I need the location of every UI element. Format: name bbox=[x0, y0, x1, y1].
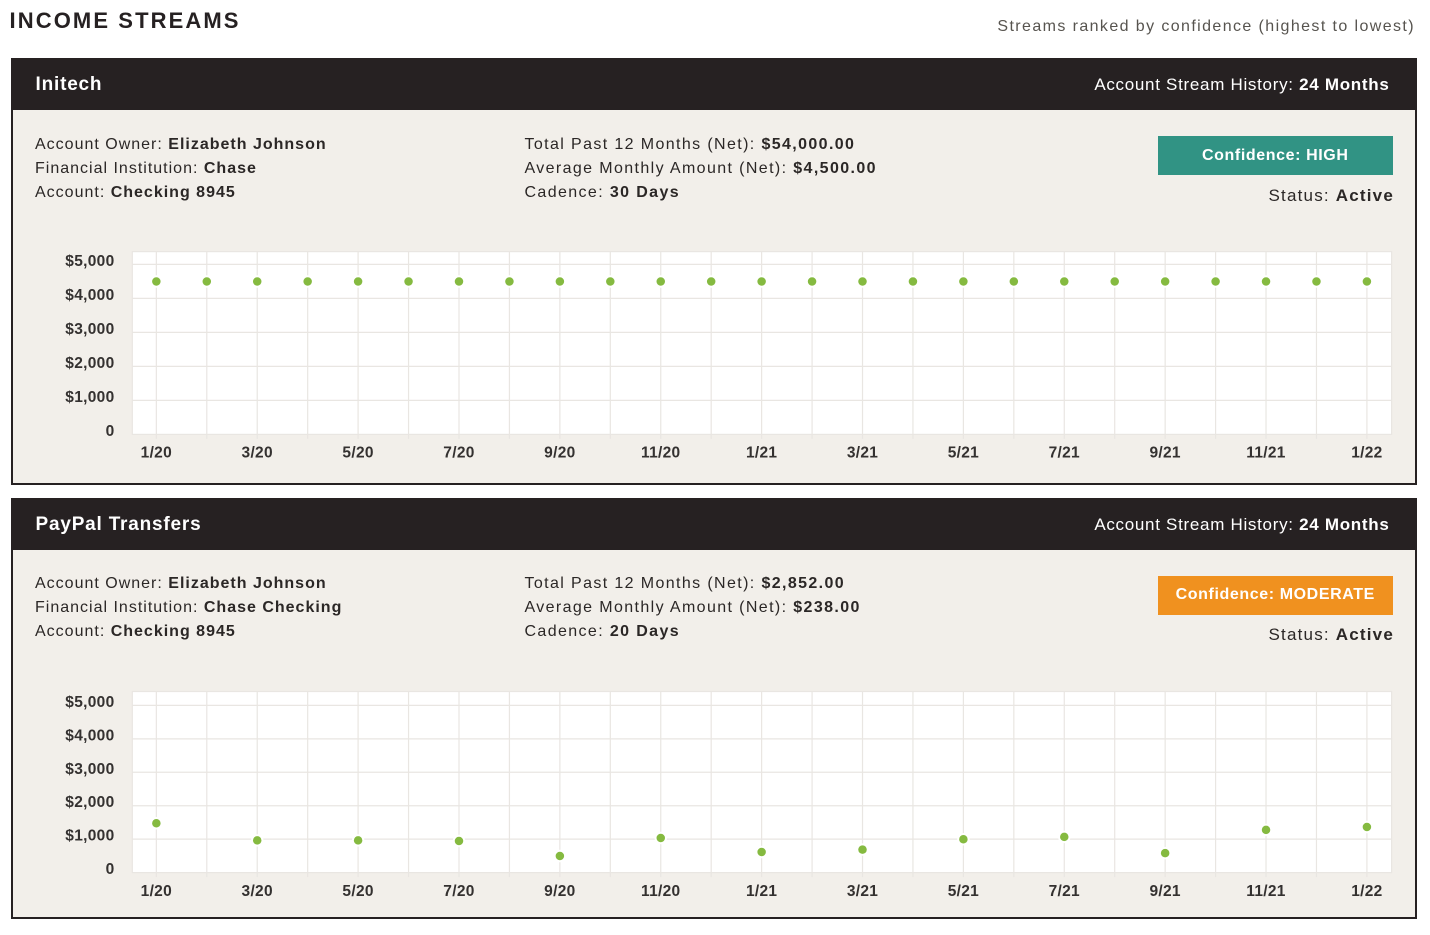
svg-text:7/21: 7/21 bbox=[1049, 883, 1080, 900]
svg-text:11/21: 11/21 bbox=[1246, 883, 1286, 900]
svg-text:1/22: 1/22 bbox=[1351, 883, 1382, 900]
svg-text:0: 0 bbox=[106, 423, 115, 440]
svg-text:7/20: 7/20 bbox=[443, 445, 474, 462]
svg-text:9/20: 9/20 bbox=[544, 883, 575, 900]
svg-text:0: 0 bbox=[106, 861, 115, 878]
svg-text:11/20: 11/20 bbox=[641, 883, 680, 900]
svg-text:11/21: 11/21 bbox=[1246, 445, 1286, 462]
svg-text:$3,000: $3,000 bbox=[65, 321, 114, 338]
svg-text:7/21: 7/21 bbox=[1049, 445, 1080, 462]
svg-text:$5,000: $5,000 bbox=[65, 694, 114, 711]
svg-text:5/21: 5/21 bbox=[948, 883, 979, 900]
svg-text:9/21: 9/21 bbox=[1149, 445, 1180, 462]
svg-text:5/20: 5/20 bbox=[342, 883, 373, 900]
svg-text:9/21: 9/21 bbox=[1149, 883, 1180, 900]
svg-text:$2,000: $2,000 bbox=[65, 794, 114, 811]
svg-text:$3,000: $3,000 bbox=[65, 761, 114, 778]
svg-text:11/20: 11/20 bbox=[641, 445, 680, 462]
svg-text:$4,000: $4,000 bbox=[65, 287, 114, 304]
svg-text:7/20: 7/20 bbox=[443, 883, 474, 900]
svg-text:3/21: 3/21 bbox=[847, 445, 878, 462]
svg-text:$2,000: $2,000 bbox=[65, 355, 114, 372]
svg-text:5/21: 5/21 bbox=[948, 445, 979, 462]
svg-text:$1,000: $1,000 bbox=[65, 389, 114, 406]
svg-text:1/20: 1/20 bbox=[141, 883, 172, 900]
svg-text:3/20: 3/20 bbox=[242, 883, 273, 900]
svg-text:1/22: 1/22 bbox=[1351, 445, 1382, 462]
svg-text:5/20: 5/20 bbox=[342, 445, 373, 462]
svg-text:1/21: 1/21 bbox=[746, 445, 777, 462]
svg-text:3/21: 3/21 bbox=[847, 883, 878, 900]
svg-text:1/21: 1/21 bbox=[746, 883, 777, 900]
svg-text:1/20: 1/20 bbox=[141, 445, 172, 462]
svg-text:9/20: 9/20 bbox=[544, 445, 575, 462]
svg-text:$5,000: $5,000 bbox=[65, 253, 114, 270]
svg-text:$4,000: $4,000 bbox=[65, 727, 114, 744]
svg-text:$1,000: $1,000 bbox=[65, 828, 114, 845]
svg-text:3/20: 3/20 bbox=[242, 445, 273, 462]
